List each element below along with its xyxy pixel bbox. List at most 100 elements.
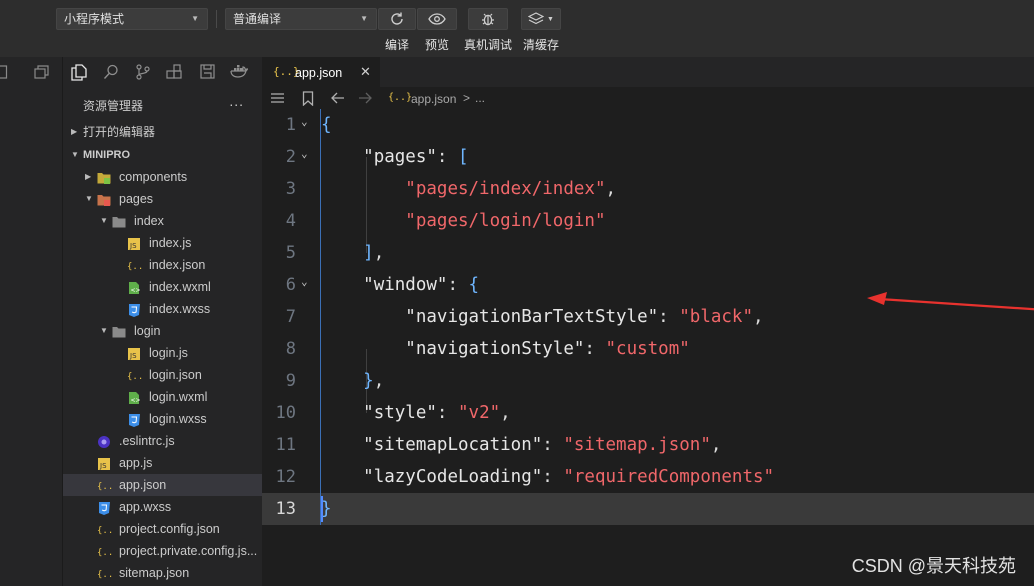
code-line[interactable]: 5 ], <box>262 237 1034 269</box>
code-token: "sitemapLocation" <box>363 435 543 455</box>
tree-item-project-private-config-js[interactable]: {..} project.private.config.js... <box>63 540 262 562</box>
code-text: "window": { <box>321 269 479 301</box>
tree-item-app-wxss[interactable]: app.wxss <box>63 496 262 518</box>
code-token: "sitemap.json" <box>563 435 711 455</box>
source-control-icon[interactable] <box>135 64 151 80</box>
code-line[interactable]: 11 "sitemapLocation": "sitemap.json", <box>262 429 1034 461</box>
js-file-icon: JS <box>127 346 141 360</box>
tree-item-login-js[interactable]: JS login.js <box>63 342 262 364</box>
mode-select[interactable]: 小程序模式 ▼ <box>56 8 208 30</box>
fold-chevron-icon[interactable]: ⌄ <box>301 266 308 298</box>
tree-item-index-wxss[interactable]: index.wxss <box>63 298 262 320</box>
compile-mode-select[interactable]: 普通编译 ▼ <box>225 8 377 30</box>
code-line[interactable]: 9 }, <box>262 365 1034 397</box>
tree-item-login-wxss[interactable]: login.wxss <box>63 408 262 430</box>
docker-icon[interactable] <box>230 64 248 78</box>
svg-text:JS: JS <box>99 462 107 470</box>
tree-item-label: components <box>119 170 188 184</box>
code-text: "sitemapLocation": "sitemap.json", <box>321 429 721 461</box>
tab-app-json[interactable]: {..} app.json ✕ <box>262 57 380 87</box>
pages-folder-icon <box>97 192 111 206</box>
compile-button[interactable] <box>378 8 416 30</box>
json-file-icon: {..} <box>97 543 119 558</box>
window-restore-icon[interactable] <box>34 65 50 79</box>
tree-item-project-config-json[interactable]: {..} project.config.json <box>63 518 262 540</box>
tree-item-login-json[interactable]: {..} login.json <box>63 364 262 386</box>
svg-text:<>: <> <box>131 287 141 294</box>
tree-item-login[interactable]: ▼ login <box>63 320 262 342</box>
panel-icon[interactable] <box>0 65 8 79</box>
folder-icon <box>112 214 126 228</box>
code-editor[interactable]: 1 ⌄{2 ⌄ "pages": [3 "pages/index/index", 4 … <box>262 109 1034 586</box>
fold-chevron-icon[interactable]: ⌄ <box>301 138 308 170</box>
clear-cache-button[interactable]: ▼ <box>521 8 561 30</box>
tree-item-index-wxml[interactable]: <> index.wxml <box>63 276 262 298</box>
tree-item-index-json[interactable]: {..} index.json <box>63 254 262 276</box>
tree-item-components[interactable]: ▶ components <box>63 166 262 188</box>
breadcrumb-file[interactable]: app.json <box>411 92 456 106</box>
breadcrumb: {..} app.json > ... <box>262 87 1034 111</box>
chevron-right-icon[interactable]: ▶ <box>85 166 91 188</box>
svg-text:JS: JS <box>129 242 137 250</box>
json-file-icon: {..} <box>127 367 149 382</box>
line-number: 1 <box>285 115 296 135</box>
arrow-back-icon[interactable] <box>330 91 345 105</box>
bookmark-icon[interactable] <box>302 91 314 106</box>
code-token: , <box>373 371 385 391</box>
line-number: 2 <box>285 147 296 167</box>
preview-button[interactable] <box>417 8 457 30</box>
tree-item-sitemap-json[interactable]: {..} sitemap.json <box>63 562 262 584</box>
refresh-icon <box>391 12 403 25</box>
chevron-down-icon[interactable]: ▼ <box>100 210 108 232</box>
code-line[interactable]: 2 ⌄ "pages": [ <box>262 141 1034 173</box>
tree-item-index-js[interactable]: JS index.js <box>63 232 262 254</box>
tree-item-pages[interactable]: ▼ pages <box>63 188 262 210</box>
tree-item-index[interactable]: ▼ index <box>63 210 262 232</box>
code-line[interactable]: 10 "style": "v2", <box>262 397 1034 429</box>
chevron-down-icon[interactable]: ▼ <box>100 320 108 342</box>
tree-item-login-wxml[interactable]: <> login.wxml <box>63 386 262 408</box>
list-icon[interactable] <box>270 91 285 105</box>
project-section[interactable]: ▼ MINIPRO <box>63 144 262 166</box>
code-token: { <box>321 115 332 135</box>
line-number: 13 <box>275 499 296 519</box>
chevron-down-icon: ▼ <box>71 150 79 159</box>
code-line[interactable]: 1 ⌄ { <box>262 109 1034 141</box>
code-text: }, <box>321 365 384 397</box>
tree-item-app-js[interactable]: JS app.js <box>63 452 262 474</box>
code-line[interactable]: 12 "lazyCodeLoading": "requiredComponent… <box>262 461 1034 493</box>
svg-text:{..}: {..} <box>97 548 113 558</box>
tree-item-app-json[interactable]: {..} app.json <box>63 474 262 496</box>
files-icon[interactable] <box>71 64 87 81</box>
code-line[interactable]: 3 "pages/index/index", <box>262 173 1034 205</box>
remote-debug-button[interactable] <box>468 8 508 30</box>
search-icon[interactable] <box>103 64 119 80</box>
tree-item-eslintrc-js[interactable]: .eslintrc.js <box>63 430 262 452</box>
code-line[interactable]: 4 "pages/login/login" <box>262 205 1034 237</box>
chevron-down-icon[interactable]: ▼ <box>85 188 93 210</box>
code-token: , <box>373 243 385 263</box>
code-text: "lazyCodeLoading": "requiredComponents" <box>321 461 774 493</box>
storage-icon[interactable] <box>200 64 215 79</box>
more-actions-button[interactable]: ... <box>229 93 244 109</box>
arrow-forward-icon[interactable] <box>358 91 373 105</box>
tree-item-label: login.json <box>149 368 202 382</box>
open-editors-section[interactable]: ▶ 打开的编辑器 <box>63 121 262 143</box>
tree-item-label: sitemap.json <box>119 566 190 580</box>
code-token: "custom" <box>605 339 690 359</box>
top-toolbar: 小程序模式 ▼ 普通编译 ▼ ▼ 编译 预览 真机调试 清缓存 <box>0 0 1034 57</box>
code-line[interactable]: 8 "navigationStyle": "custom" <box>262 333 1034 365</box>
fold-chevron-icon[interactable]: ⌄ <box>301 106 308 138</box>
code-text: "style": "v2", <box>321 397 511 429</box>
close-icon[interactable]: ✕ <box>360 64 371 80</box>
extensions-icon[interactable] <box>166 64 182 80</box>
tree-item-label: app.json <box>119 478 167 492</box>
code-line[interactable]: 13} <box>262 493 1034 525</box>
chevron-down-icon: ▼ <box>360 14 368 23</box>
tree-item-label: index.wxss <box>149 302 211 316</box>
breadcrumb-more[interactable]: ... <box>475 91 485 105</box>
